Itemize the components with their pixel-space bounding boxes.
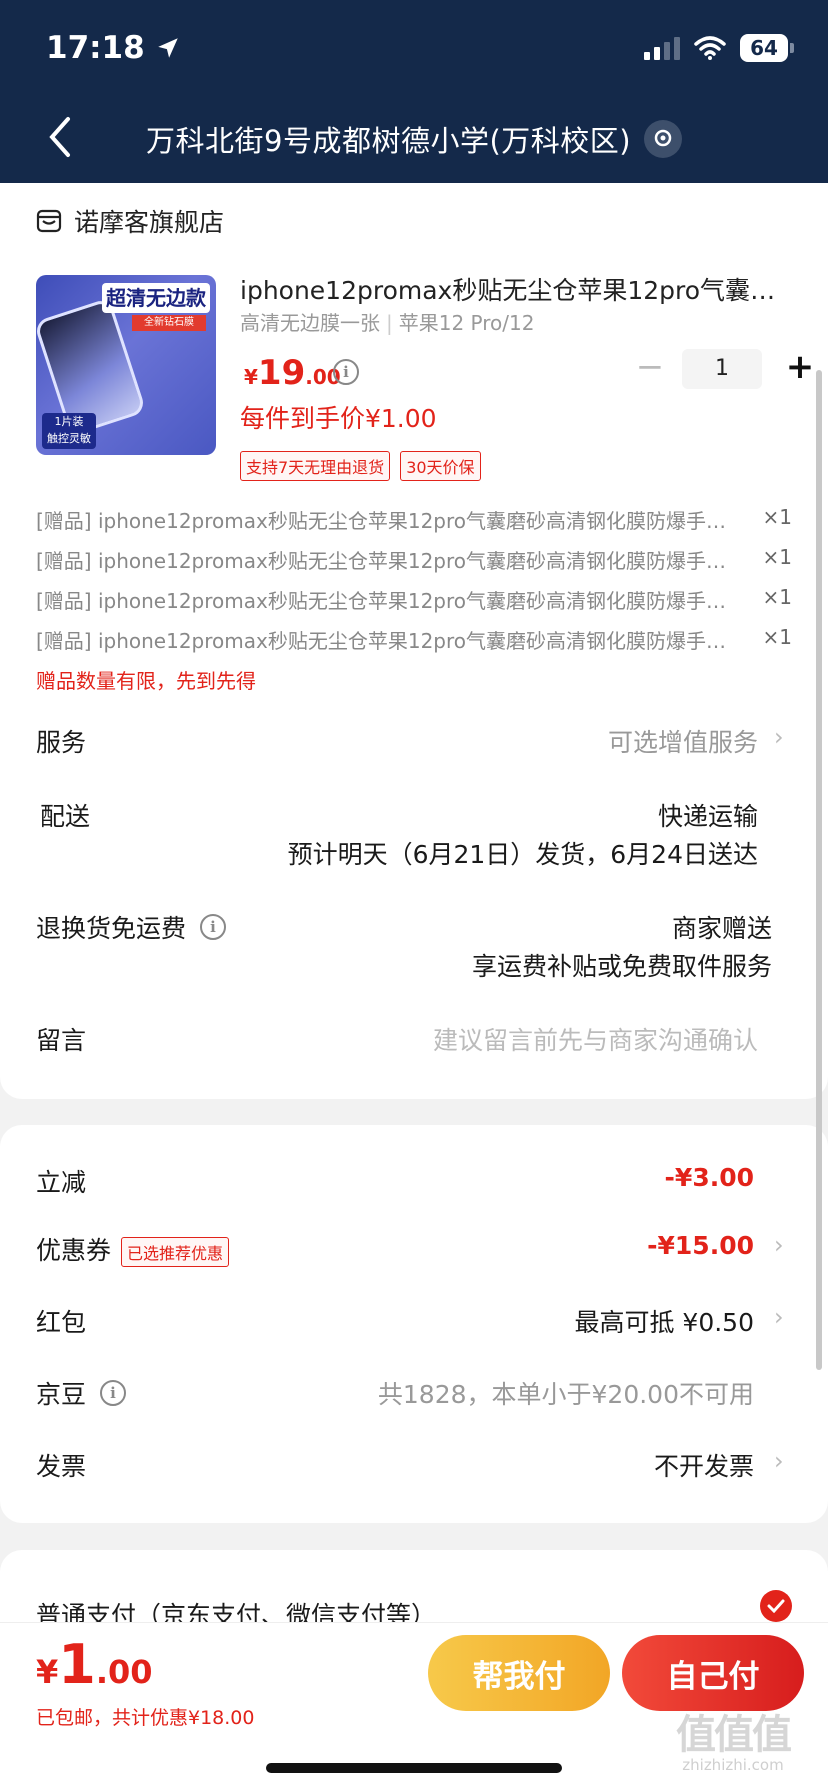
watermark-url: zhizhizhi.com bbox=[682, 1756, 784, 1774]
image-sub-text: 全新钻石膜 bbox=[132, 315, 206, 331]
quantity-stepper: − 1 + bbox=[630, 349, 820, 389]
jd-beans-info-icon[interactable]: i bbox=[100, 1380, 127, 1406]
back-button[interactable] bbox=[40, 112, 80, 162]
scrollbar[interactable] bbox=[816, 370, 822, 1370]
store-icon bbox=[36, 209, 62, 233]
red-packet-value[interactable]: 最高可抵 ¥0.50 bbox=[574, 1303, 754, 1339]
time-label: 17:18 bbox=[46, 30, 145, 66]
gift-item: [赠品] iphone12promax秒贴无尘仓苹果12pro气囊磨砂高清钢化膜… bbox=[36, 505, 792, 534]
increase-quantity-button[interactable]: + bbox=[780, 349, 820, 389]
return-shipping-value-1: 商家赠送 bbox=[671, 914, 772, 943]
coupon-label: 优惠券 bbox=[36, 1236, 112, 1265]
price-info-icon[interactable]: i bbox=[333, 359, 359, 385]
order-item-card: 诺摩客旗舰店 超清无边款 全新钻石膜 1片装 触控灵敏 iphone12prom… bbox=[0, 183, 828, 1099]
pay-myself-button[interactable]: 自己付 bbox=[622, 1635, 804, 1711]
message-label: 留言 bbox=[36, 1026, 87, 1055]
cellular-signal-icon bbox=[644, 36, 680, 60]
image-pack-text: 1片装 bbox=[54, 415, 84, 428]
message-input[interactable]: 建议留言前先与商家沟通确认 bbox=[433, 1021, 758, 1057]
payment-selected-check-icon[interactable] bbox=[760, 1590, 792, 1622]
location-pin-icon[interactable] bbox=[644, 120, 682, 158]
jd-beans-value: 共1828，本单小于¥20.00不可用 bbox=[377, 1380, 754, 1409]
battery-level: 64 bbox=[750, 36, 778, 60]
image-pack-sub: 触控灵敏 bbox=[47, 432, 91, 445]
watermark-logo: 值值值 bbox=[676, 1712, 792, 1758]
price-currency: ¥ bbox=[244, 365, 258, 389]
total-currency: ¥ bbox=[36, 1653, 59, 1691]
location-arrow-icon bbox=[157, 38, 178, 58]
total-integer: 1 bbox=[58, 1633, 96, 1696]
help-me-pay-button[interactable]: 帮我付 bbox=[428, 1635, 610, 1711]
return-info-icon[interactable]: i bbox=[200, 914, 227, 940]
product-price: ¥ 19 .00 bbox=[244, 353, 341, 393]
product-title[interactable]: iphone12promax秒贴无尘仓苹果12pro气囊磨砂高清钢化膜防爆手机膜 bbox=[240, 271, 788, 307]
return-shipping-label: 退换货免运费 bbox=[36, 914, 187, 943]
red-packet-label: 红包 bbox=[36, 1308, 87, 1337]
quantity-input[interactable]: 1 bbox=[682, 349, 762, 389]
spec-separator: | bbox=[386, 311, 393, 335]
coupon-value[interactable]: -¥15.00 bbox=[647, 1231, 754, 1260]
gift-note: 赠品数量有限，先到先得 bbox=[36, 669, 256, 693]
gift-label: [赠品] iphone12promax秒贴无尘仓苹果12pro气囊磨砂高清钢化膜… bbox=[36, 589, 736, 613]
return-shipping-row: 退换货免运费 i bbox=[36, 909, 227, 945]
wifi-icon bbox=[694, 36, 726, 60]
watermark: 值值值 zhizhizhi.com bbox=[676, 1712, 792, 1774]
price-integer: 19 bbox=[257, 353, 306, 393]
service-label: 服务 bbox=[36, 728, 87, 757]
spec-2: 苹果12 Pro/12 bbox=[398, 311, 535, 335]
decrease-quantity-button[interactable]: − bbox=[630, 349, 670, 389]
spec-1: 高清无边膜一张 bbox=[240, 311, 380, 335]
jd-beans-label: 京豆 bbox=[36, 1380, 87, 1409]
battery-icon: 64 bbox=[740, 34, 794, 62]
product-image[interactable]: 超清无边款 全新钻石膜 1片装 触控灵敏 bbox=[36, 275, 216, 455]
coupon-badge: 已选推荐优惠 bbox=[121, 1237, 230, 1267]
jd-beans-row: 京豆 i bbox=[36, 1375, 127, 1411]
delivery-address[interactable]: 万科北街9号成都树德小学(万科校区) bbox=[146, 118, 631, 160]
store-header[interactable]: 诺摩客旗舰店 bbox=[36, 203, 224, 239]
gift-label: [赠品] iphone12promax秒贴无尘仓苹果12pro气囊磨砂高清钢化膜… bbox=[36, 629, 736, 653]
service-chevron-icon[interactable]: › bbox=[774, 723, 784, 751]
gift-item: [赠品] iphone12promax秒贴无尘仓苹果12pro气囊磨砂高清钢化膜… bbox=[36, 585, 792, 614]
instant-discount-value: -¥3.00 bbox=[664, 1163, 754, 1192]
store-name: 诺摩客旗舰店 bbox=[74, 208, 225, 237]
tag-price-protect: 30天价保 bbox=[400, 451, 481, 481]
gift-qty: ×1 bbox=[762, 505, 792, 529]
total-price: ¥ 1 .00 bbox=[36, 1633, 153, 1696]
total-subtext: 已包邮，共计优惠¥18.00 bbox=[36, 1707, 255, 1729]
service-value[interactable]: 可选增值服务 bbox=[608, 723, 758, 759]
product-tags: 支持7天无理由退货 30天价保 bbox=[240, 451, 481, 481]
total-decimal: .00 bbox=[95, 1653, 153, 1691]
status-time: 17:18 bbox=[46, 30, 181, 66]
coupon-row[interactable]: 优惠券 已选推荐优惠 bbox=[36, 1231, 230, 1267]
gift-label: [赠品] iphone12promax秒贴无尘仓苹果12pro气囊磨砂高清钢化膜… bbox=[36, 549, 736, 573]
gift-qty: ×1 bbox=[762, 545, 792, 569]
coupon-chevron-icon[interactable]: › bbox=[774, 1231, 784, 1259]
home-indicator[interactable] bbox=[266, 1763, 562, 1773]
gift-qty: ×1 bbox=[762, 585, 792, 609]
gift-label: [赠品] iphone12promax秒贴无尘仓苹果12pro气囊磨砂高清钢化膜… bbox=[36, 509, 736, 533]
delivery-method[interactable]: 快递运输 bbox=[658, 797, 758, 833]
tag-return: 支持7天无理由退货 bbox=[240, 451, 391, 481]
discount-card: 立减 -¥3.00 优惠券 已选推荐优惠 -¥15.00 › 红包 最高可抵 ¥0… bbox=[0, 1125, 828, 1523]
product-spec[interactable]: 高清无边膜一张 | 苹果12 Pro/12 bbox=[240, 307, 534, 336]
gift-item: [赠品] iphone12promax秒贴无尘仓苹果12pro气囊磨砂高清钢化膜… bbox=[36, 545, 792, 574]
invoice-value[interactable]: 不开发票 bbox=[654, 1447, 754, 1483]
invoice-label: 发票 bbox=[36, 1452, 87, 1481]
image-banner-text: 超清无边款 bbox=[102, 283, 210, 313]
red-packet-chevron-icon[interactable]: › bbox=[774, 1303, 784, 1331]
delivery-label: 配送 bbox=[40, 802, 91, 831]
gift-item: [赠品] iphone12promax秒贴无尘仓苹果12pro气囊磨砂高清钢化膜… bbox=[36, 625, 792, 654]
image-pack-badge: 1片装 触控灵敏 bbox=[42, 413, 96, 449]
instant-discount-label: 立减 bbox=[36, 1168, 87, 1197]
gift-qty: ×1 bbox=[762, 625, 792, 649]
status-icons: 64 bbox=[644, 34, 794, 62]
top-bar: 17:18 64 万科北街9号成都树德小学(万科校区) bbox=[0, 0, 828, 183]
chevron-left-icon bbox=[49, 117, 70, 157]
unit-final-price: 每件到手价¥1.00 bbox=[240, 404, 437, 433]
invoice-chevron-icon[interactable]: › bbox=[774, 1447, 784, 1475]
return-shipping-value-2: 享运费补贴或免费取件服务 bbox=[471, 952, 772, 981]
checkout-bar: ¥ 1 .00 已包邮，共计优惠¥18.00 帮我付 自己付 值值值 zhizh… bbox=[0, 1622, 828, 1792]
delivery-estimate: 预计明天（6月21日）发货，6月24日送达 bbox=[287, 840, 758, 869]
